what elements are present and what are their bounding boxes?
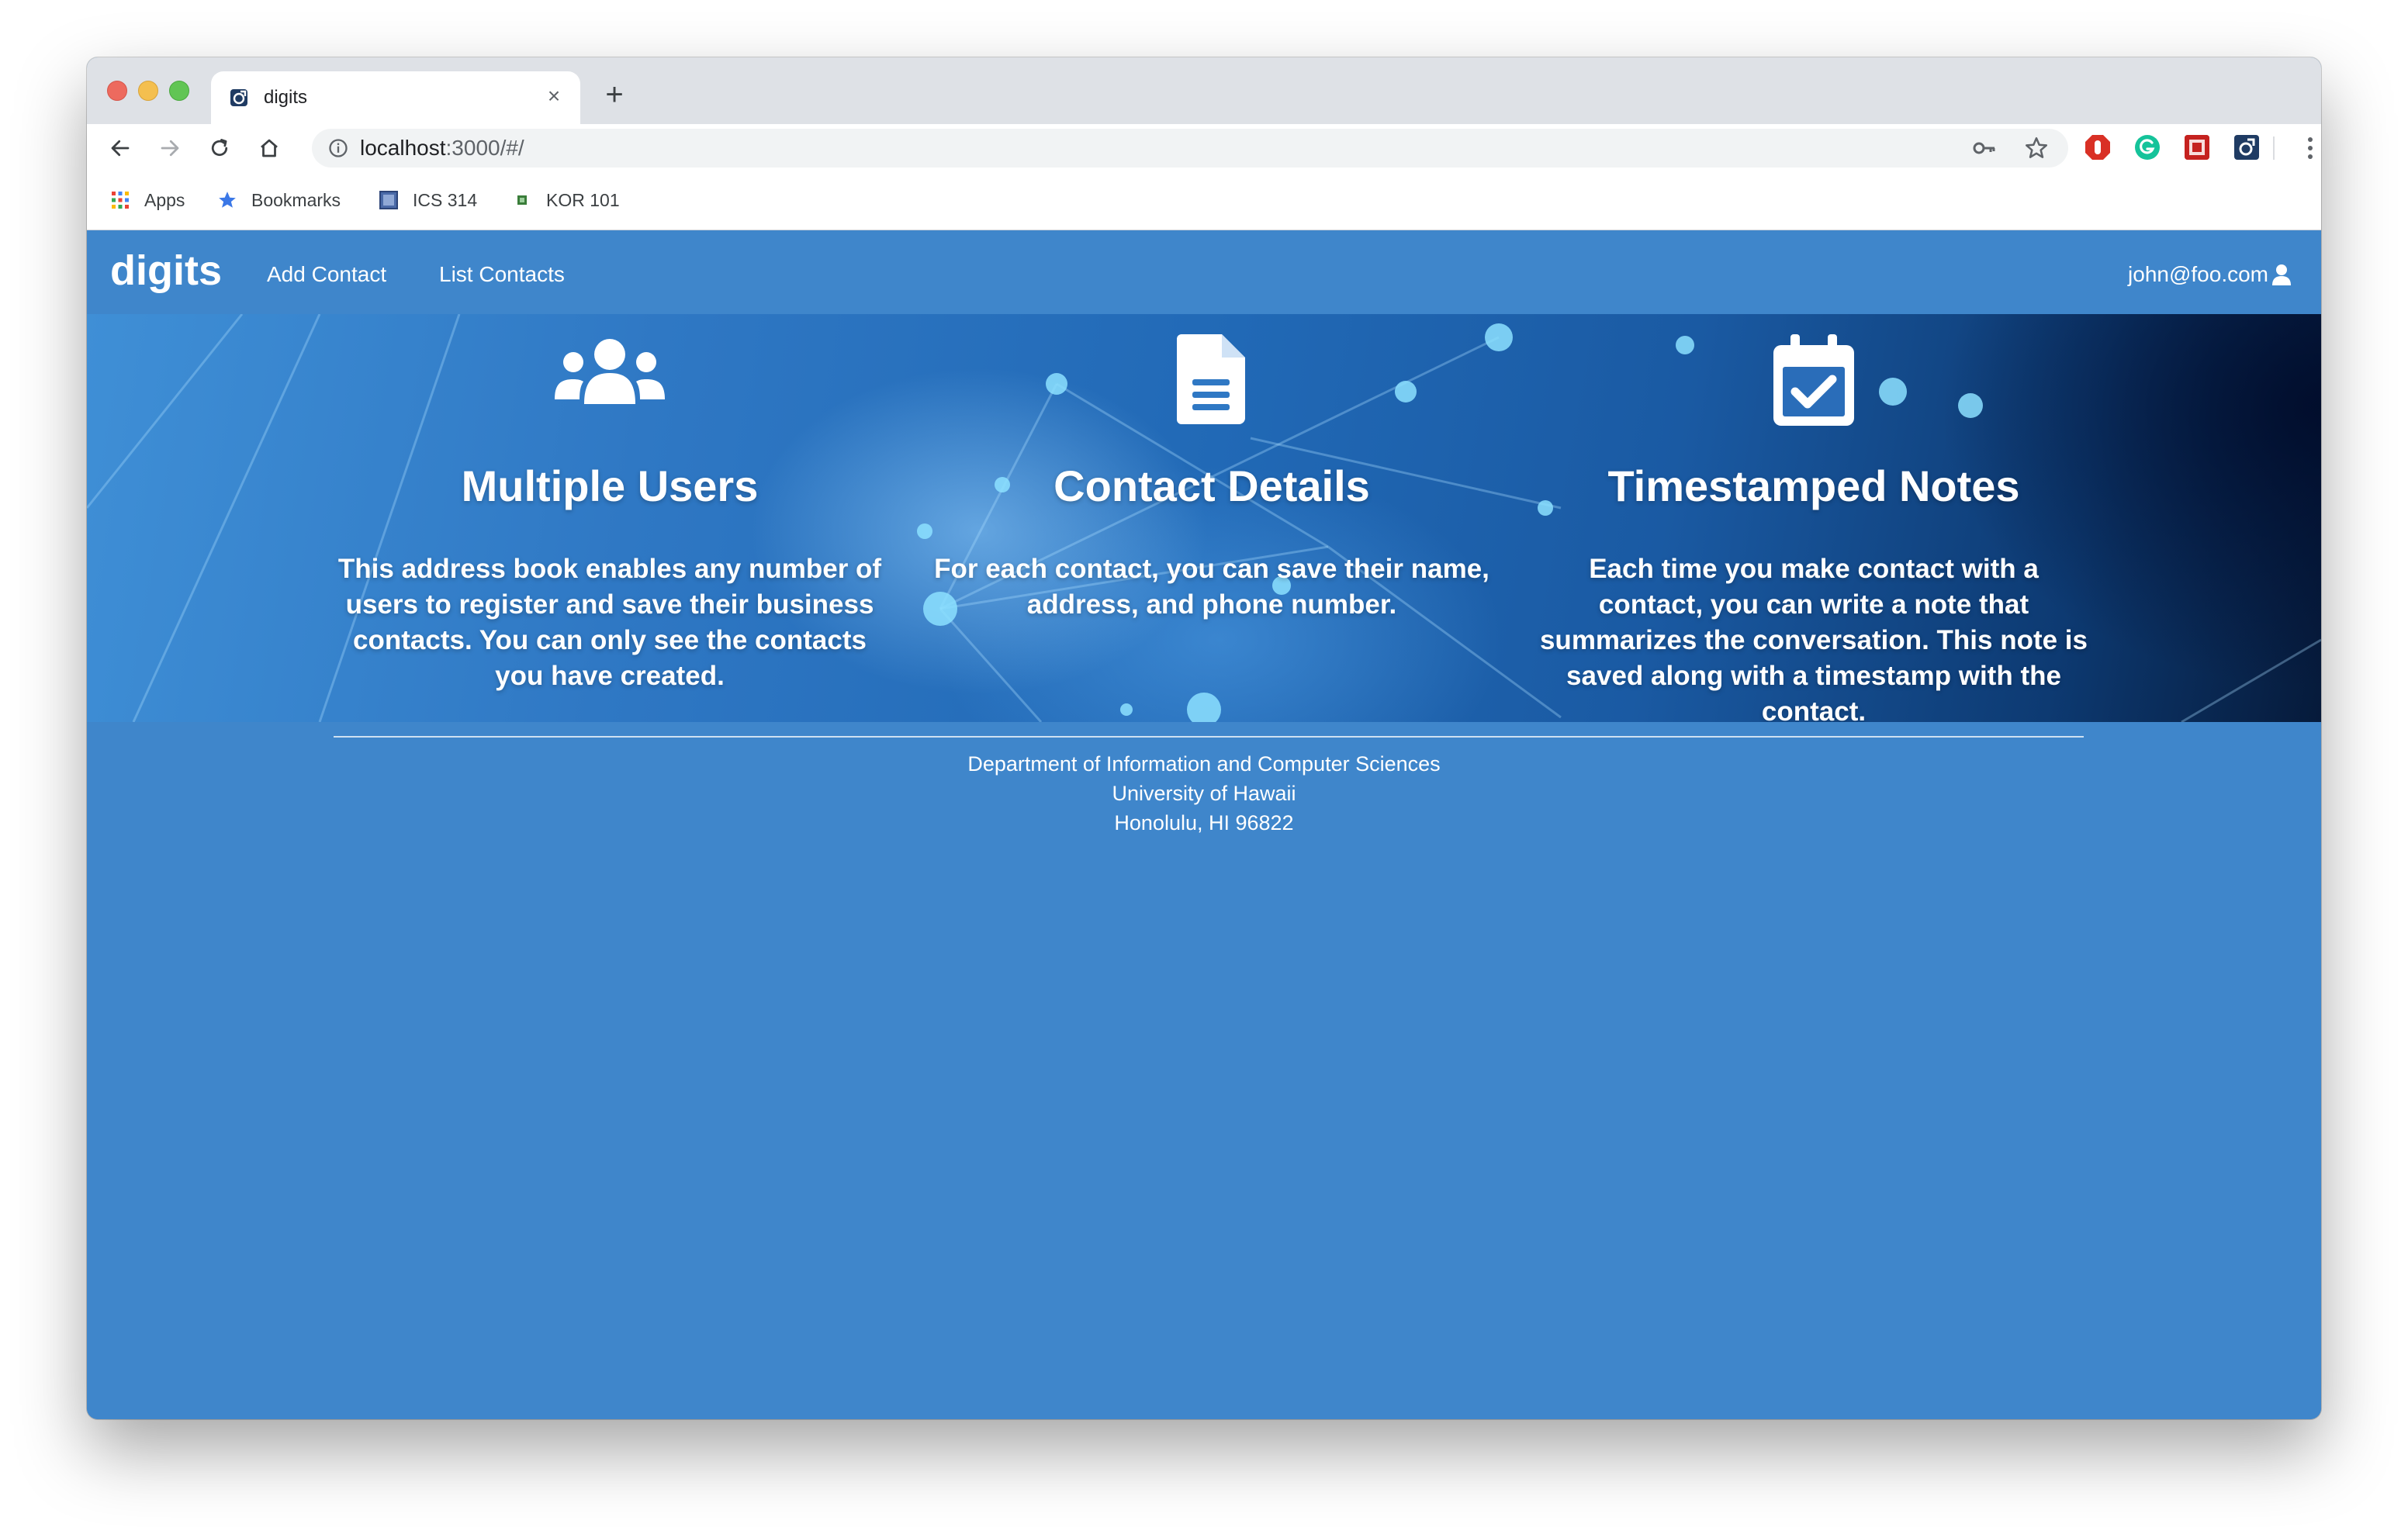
bookmark-label: KOR 101 — [546, 190, 620, 210]
footer-divider — [334, 736, 2084, 738]
back-arrow-icon — [111, 140, 130, 157]
home-button[interactable] — [253, 132, 285, 164]
feature-description: Each time you make contact with a contac… — [1539, 554, 2088, 722]
user-email: john@foo.com — [2128, 262, 2268, 286]
url-host: localhost — [360, 136, 446, 160]
feature-title: Multiple Users — [461, 461, 759, 510]
maximize-window-button[interactable] — [169, 81, 189, 101]
url-path: :3000/#/ — [445, 136, 524, 160]
bookmark-bookmarks[interactable]: Bookmarks — [217, 189, 341, 211]
tab-digits[interactable]: digits × — [211, 71, 580, 124]
user-icon — [2272, 264, 2291, 285]
screenshot-extension-icon-b[interactable] — [2183, 133, 2211, 161]
bookmark-label: ICS 314 — [413, 190, 478, 210]
browser-menu-icon[interactable] — [2302, 133, 2318, 163]
hero-banner: Multiple Users This address book enables… — [87, 314, 2321, 722]
tab-close-icon[interactable]: × — [541, 84, 566, 109]
toolbar-divider — [2273, 136, 2275, 160]
calendar-check-icon — [1773, 334, 1854, 426]
feature-title: Timestamped Notes — [1607, 461, 2020, 510]
forward-arrow-icon — [161, 140, 179, 157]
browser-window: digits × + localhost:3000/#/ Apps Bookma… — [87, 57, 2321, 1419]
url-text[interactable]: localhost:3000/#/ — [360, 136, 524, 161]
footer-university: University of Hawaii — [1112, 782, 1296, 805]
bookmarks-bar: Apps Bookmarks ICS 314 KOR 101 — [87, 172, 2321, 230]
bookmark-ics-314[interactable]: ICS 314 — [379, 189, 477, 211]
new-tab-button[interactable]: + — [599, 79, 630, 112]
footer-department: Department of Information and Computer S… — [967, 752, 1441, 776]
nav-add-contact[interactable]: Add Contact — [267, 261, 386, 288]
page-content: digits Add Contact List Contacts john@fo… — [87, 230, 2321, 1419]
star-icon — [219, 192, 236, 208]
home-icon — [261, 139, 278, 157]
address-bar[interactable]: localhost:3000/#/ — [312, 129, 2068, 168]
close-window-button[interactable] — [107, 81, 127, 101]
bookmark-icon — [517, 195, 527, 205]
apps-grid-icon — [112, 192, 129, 209]
nav-list-contacts[interactable]: List Contacts — [439, 261, 565, 288]
users-icon — [555, 339, 665, 404]
key-icon[interactable] — [1972, 136, 1997, 160]
folder-icon — [379, 191, 398, 209]
tab-strip: digits × + — [87, 57, 2321, 124]
tab-title: digits — [264, 87, 308, 108]
tab-favicon-icon — [230, 89, 247, 106]
bookmark-apps[interactable]: Apps — [110, 189, 185, 211]
info-icon[interactable] — [327, 137, 349, 159]
bookmark-label: Apps — [144, 190, 185, 210]
forward-button[interactable] — [154, 132, 186, 164]
bookmark-star-icon[interactable] — [2023, 135, 2050, 161]
grammarly-icon[interactable] — [2133, 133, 2161, 161]
back-button[interactable] — [104, 132, 137, 164]
footer-address: Honolulu, HI 96822 — [1114, 811, 1294, 834]
digits-app-extension-icon[interactable] — [2233, 133, 2261, 161]
bookmark-kor-101[interactable]: KOR 101 — [512, 189, 620, 211]
feature-description: This address book enables any number of … — [337, 554, 882, 691]
document-icon — [1177, 334, 1245, 424]
user-dropdown[interactable]: john@foo.com — [2128, 261, 2292, 288]
brand-logo[interactable]: digits — [110, 247, 222, 294]
minimize-window-button[interactable] — [138, 81, 158, 101]
reload-icon — [211, 139, 228, 157]
reload-button[interactable] — [203, 132, 236, 164]
app-navbar: digits Add Contact List Contacts john@fo… — [87, 230, 2321, 314]
feature-description: For each contact, you can save their nam… — [934, 554, 1489, 620]
browser-toolbar: localhost:3000/#/ — [87, 124, 2321, 172]
bookmark-label: Bookmarks — [251, 190, 341, 210]
stop-extension-icon[interactable] — [2084, 133, 2112, 161]
feature-title: Contact Details — [1054, 461, 1370, 510]
